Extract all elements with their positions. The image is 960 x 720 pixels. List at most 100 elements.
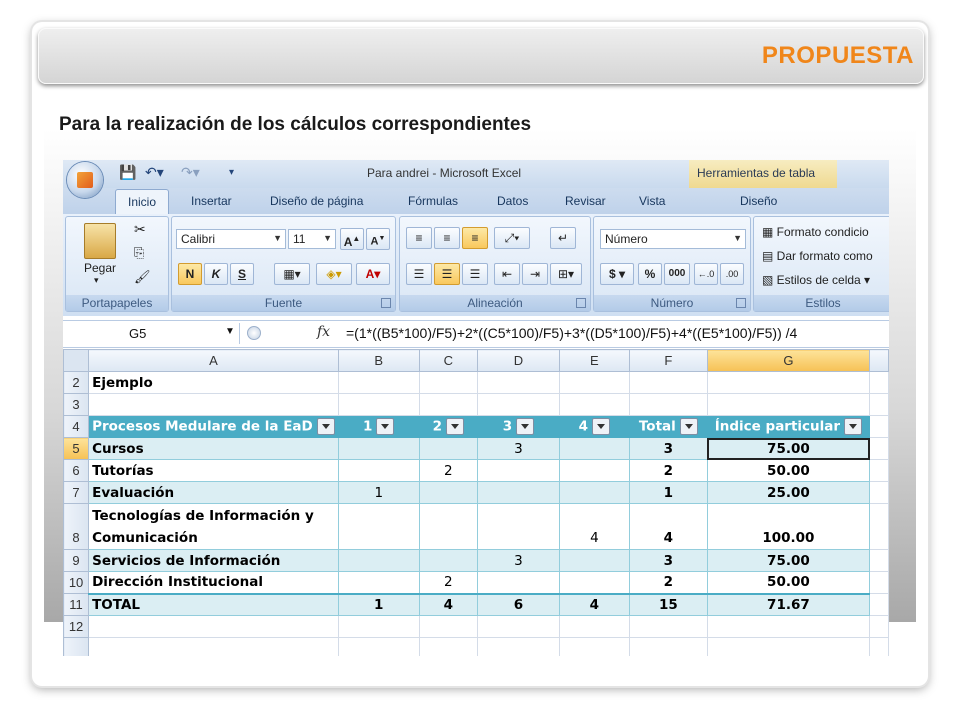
cell[interactable] xyxy=(337,459,420,482)
cell[interactable] xyxy=(337,571,420,594)
customize-qat-icon[interactable]: ▾ xyxy=(229,167,234,178)
paste-label[interactable]: Pegar xyxy=(84,261,116,275)
cell[interactable] xyxy=(88,637,339,656)
row-header[interactable] xyxy=(63,637,90,656)
row-header[interactable]: 7 xyxy=(63,481,90,504)
row-header[interactable]: 2 xyxy=(63,371,90,394)
cell[interactable] xyxy=(558,549,630,572)
cell[interactable]: 4 xyxy=(558,592,630,616)
increase-indent-icon[interactable]: ⇥ xyxy=(522,263,548,285)
cell[interactable] xyxy=(558,571,630,594)
cell[interactable] xyxy=(337,503,420,550)
cell[interactable]: 1 xyxy=(337,592,420,616)
formula-input[interactable]: =(1*((B5*100)/F5)+2*((C5*100)/F5)+3*((D5… xyxy=(346,325,797,341)
cell[interactable]: 15 xyxy=(628,592,708,616)
cell[interactable]: 50.00 xyxy=(706,459,871,482)
column-header-f[interactable]: F xyxy=(628,349,708,372)
redo-icon[interactable]: ↷▾ xyxy=(181,164,200,181)
cell[interactable] xyxy=(558,371,630,394)
alignment-dialog-launcher-icon[interactable] xyxy=(576,298,586,308)
cell[interactable] xyxy=(558,481,630,504)
cell[interactable] xyxy=(869,615,889,638)
cell[interactable] xyxy=(558,615,630,638)
insert-function-icon[interactable]: fx xyxy=(317,324,330,340)
cell[interactable] xyxy=(418,481,478,504)
cell[interactable]: 3 xyxy=(628,549,708,572)
cell[interactable]: 71.67 xyxy=(706,592,871,616)
tab-diseno-pagina[interactable]: Diseño de página xyxy=(270,194,363,208)
cell[interactable] xyxy=(88,615,339,638)
cell[interactable]: 3 xyxy=(628,437,708,460)
align-left-icon[interactable]: ☰ xyxy=(406,263,432,285)
tab-inicio[interactable]: Inicio xyxy=(115,189,170,214)
cell[interactable] xyxy=(706,371,871,394)
cell[interactable]: Cursos xyxy=(88,437,339,460)
cell[interactable]: 1 xyxy=(337,481,420,504)
align-center-icon[interactable]: ☰ xyxy=(434,263,460,285)
table-header-cell[interactable]: Índice particular xyxy=(706,415,871,438)
cell[interactable] xyxy=(337,637,420,656)
save-icon[interactable]: 💾 xyxy=(119,164,136,181)
cell[interactable] xyxy=(418,371,478,394)
fill-color-button[interactable]: ◈▾ xyxy=(316,263,352,285)
cell-a2[interactable]: Ejemplo xyxy=(88,371,339,394)
align-top-icon[interactable]: ≡ xyxy=(406,227,432,249)
cell[interactable] xyxy=(476,481,560,504)
column-header-d[interactable]: D xyxy=(476,349,560,372)
row-header[interactable]: 12 xyxy=(63,615,90,638)
currency-button[interactable]: $ ▾ xyxy=(600,263,634,285)
cell[interactable] xyxy=(418,437,478,460)
borders-button[interactable]: ▦▾ xyxy=(274,263,310,285)
cell[interactable]: Tecnologías de Información y Comunicació… xyxy=(88,503,339,550)
orientation-icon[interactable]: ⤢▾ xyxy=(494,227,530,249)
cell[interactable] xyxy=(628,371,708,394)
number-format-combo[interactable]: Número ▼ xyxy=(600,229,746,249)
cell[interactable]: TOTAL xyxy=(88,592,339,616)
cell[interactable]: 2 xyxy=(418,571,478,594)
table-header-cell[interactable]: 2 xyxy=(418,415,478,438)
cell[interactable]: 4 xyxy=(418,592,478,616)
formula-bar-handle-icon[interactable] xyxy=(247,326,261,340)
cell[interactable] xyxy=(558,437,630,460)
cell[interactable] xyxy=(88,393,339,416)
cell[interactable] xyxy=(476,571,560,594)
tab-insertar[interactable]: Insertar xyxy=(191,194,232,208)
filter-dropdown-icon[interactable] xyxy=(316,418,335,435)
cell[interactable] xyxy=(869,593,889,616)
cell[interactable] xyxy=(418,503,478,550)
cell[interactable] xyxy=(418,549,478,572)
cell[interactable] xyxy=(628,393,708,416)
cell[interactable]: 2 xyxy=(418,459,478,482)
cell[interactable] xyxy=(476,637,560,656)
column-header-a[interactable]: A xyxy=(88,349,339,372)
decrease-decimal-icon[interactable]: .00 xyxy=(720,263,744,285)
cell[interactable]: Dirección Institucional xyxy=(88,571,339,594)
row-header[interactable]: 3 xyxy=(63,393,90,416)
cell[interactable] xyxy=(869,437,889,460)
align-bottom-icon[interactable]: ≡ xyxy=(462,227,488,249)
cell[interactable] xyxy=(706,393,871,416)
cell[interactable] xyxy=(337,437,420,460)
table-header-cell[interactable]: 1 xyxy=(337,415,420,438)
cell[interactable]: 6 xyxy=(476,592,560,616)
cell[interactable] xyxy=(476,393,560,416)
tab-vista[interactable]: Vista xyxy=(639,194,665,208)
copy-icon[interactable]: ⎘ xyxy=(134,245,144,261)
filter-dropdown-icon[interactable] xyxy=(446,418,465,435)
cell[interactable]: 25.00 xyxy=(706,481,871,504)
filter-dropdown-icon[interactable] xyxy=(844,418,863,435)
table-header-cell[interactable]: 4 xyxy=(558,415,630,438)
font-name-combo[interactable]: Calibri ▼ xyxy=(176,229,286,249)
cell[interactable] xyxy=(869,459,889,482)
cell[interactable] xyxy=(476,459,560,482)
office-button[interactable] xyxy=(67,162,103,198)
cell[interactable]: 3 xyxy=(476,549,560,572)
column-header-c[interactable]: C xyxy=(418,349,478,372)
cell[interactable] xyxy=(337,615,420,638)
conditional-format-button[interactable]: ▦ Formato condicio xyxy=(762,225,869,239)
row-header[interactable]: 6 xyxy=(63,459,90,482)
grow-font-button[interactable]: A▲ xyxy=(340,228,364,250)
row-header[interactable]: 9 xyxy=(63,549,90,572)
name-box[interactable]: G5 ▼ xyxy=(63,323,240,344)
cell[interactable] xyxy=(418,615,478,638)
